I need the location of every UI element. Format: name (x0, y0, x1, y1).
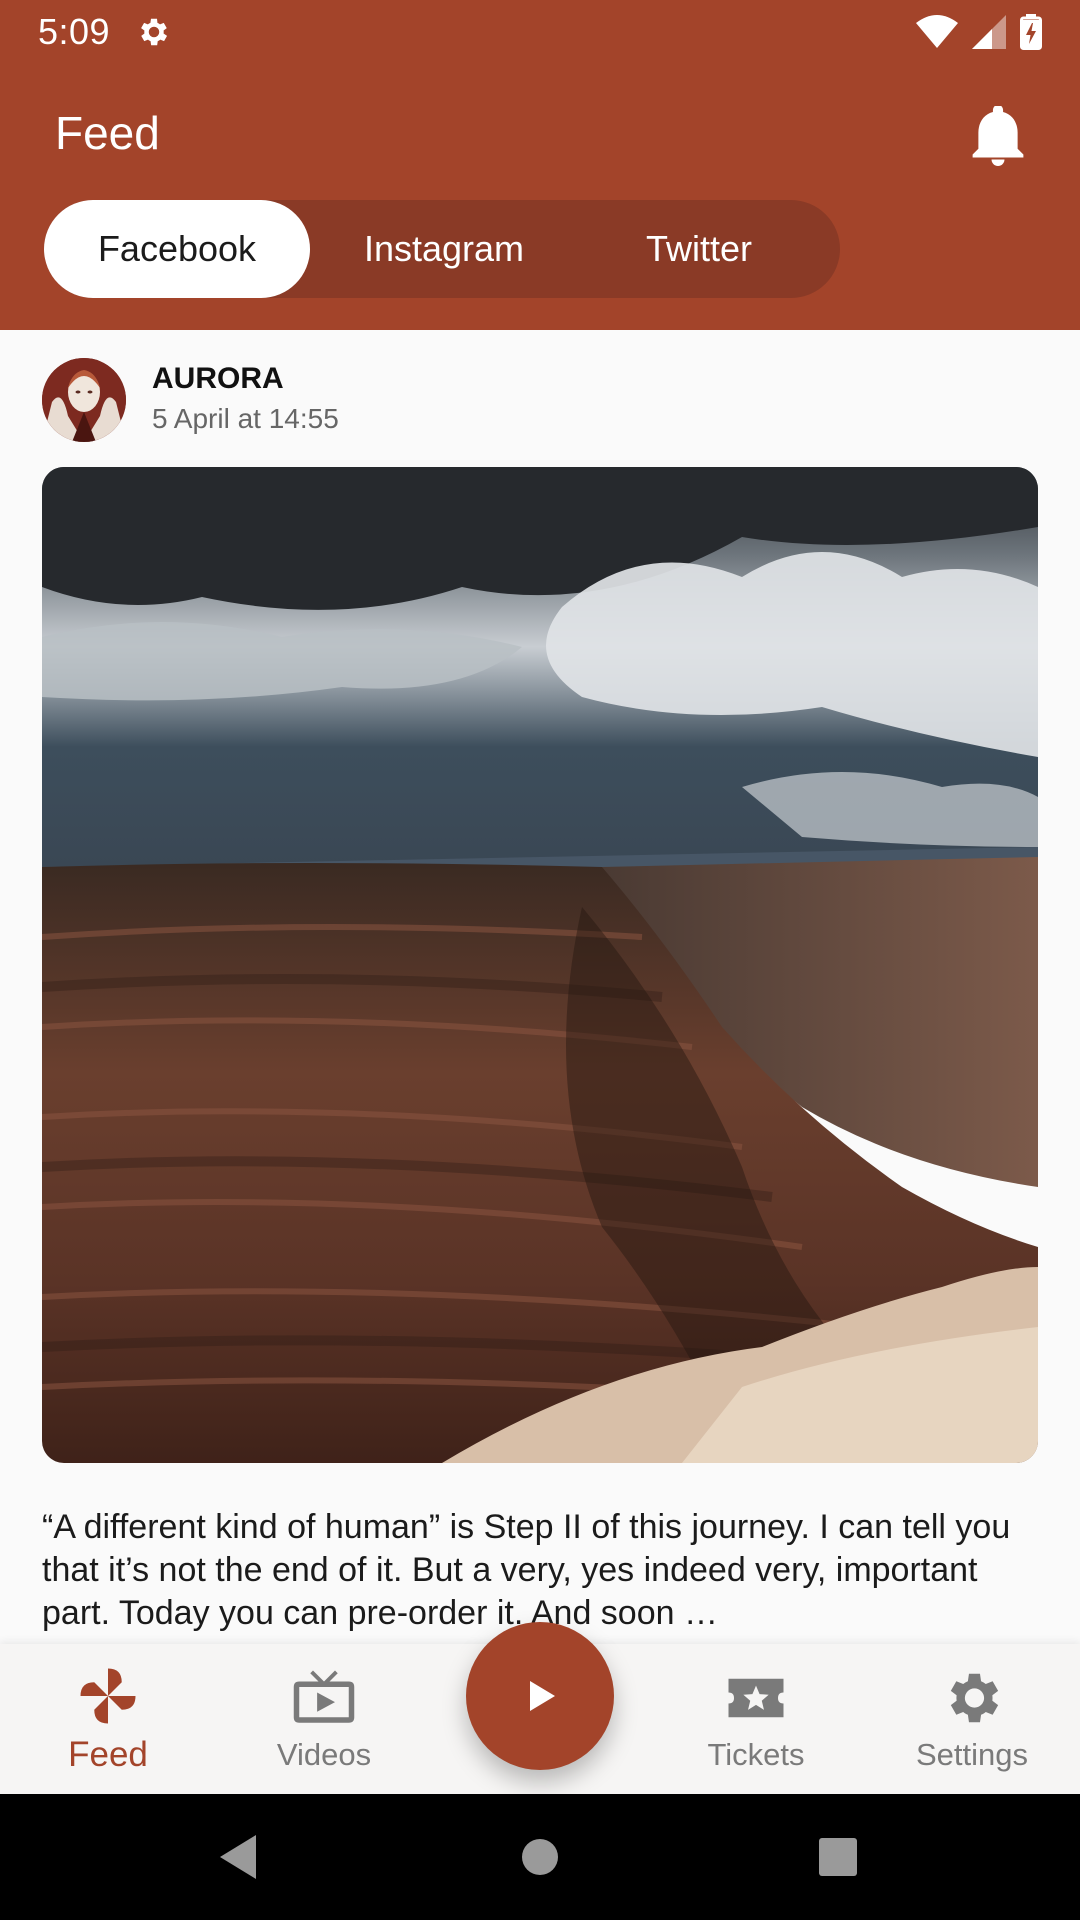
nav-label: Tickets (707, 1737, 805, 1772)
post-author[interactable]: AURORA (152, 362, 284, 396)
tab-label: Instagram (363, 228, 525, 269)
nav-label: Settings (915, 1737, 1028, 1772)
ticket-star-icon (728, 1678, 784, 1718)
nav-label: Videos (276, 1737, 372, 1772)
recents-square-icon (819, 1838, 857, 1876)
play-icon (530, 1681, 555, 1711)
tab-instagram[interactable]: Instagram (310, 200, 578, 298)
tab-label: Twitter (645, 228, 752, 269)
post-header: AURORA 5 April at 14:55 (0, 330, 1080, 450)
home-circle-icon (522, 1839, 558, 1875)
play-button[interactable] (466, 1622, 614, 1770)
back-triangle-icon (220, 1835, 256, 1879)
tab-facebook[interactable]: Facebook (44, 200, 310, 298)
wifi-icon (916, 15, 958, 48)
nav-item-feed[interactable]: Feed (0, 1644, 216, 1794)
post-image[interactable] (42, 467, 1038, 1463)
nav-item-tickets[interactable]: Tickets (648, 1644, 864, 1794)
system-recents-button[interactable] (778, 1794, 898, 1920)
nav-label: Feed (68, 1735, 148, 1774)
app-bar: Feed Facebook Instagram Twitter (0, 64, 1080, 330)
gear-icon (950, 1673, 999, 1723)
tab-label: Facebook (97, 228, 257, 269)
cellular-signal-icon (972, 15, 1006, 49)
avatar[interactable] (42, 358, 126, 442)
status-time: 5:09 (38, 11, 111, 52)
nav-item-videos[interactable]: Videos (216, 1644, 432, 1794)
post-timestamp: 5 April at 14:55 (152, 403, 339, 434)
battery-charging-icon (1020, 14, 1042, 50)
tv-play-icon (293, 1670, 355, 1723)
notification-bell-icon[interactable] (970, 106, 1026, 166)
tab-twitter[interactable]: Twitter (578, 200, 820, 298)
system-navigation-bar (0, 1794, 1080, 1920)
nav-item-settings[interactable]: Settings (864, 1644, 1080, 1794)
page-title: Feed (55, 107, 160, 159)
status-bar: 5:09 (0, 0, 1080, 64)
pinwheel-icon (80, 1668, 136, 1724)
social-source-tabs: Facebook Instagram Twitter (44, 200, 840, 298)
system-home-button[interactable] (480, 1794, 600, 1920)
settings-gear-icon (141, 18, 168, 46)
system-back-button[interactable] (178, 1794, 298, 1920)
app-screen: 5:09 Feed Facebook Instagram Twitter AUR… (0, 0, 1080, 1920)
status-icons (916, 14, 1042, 50)
